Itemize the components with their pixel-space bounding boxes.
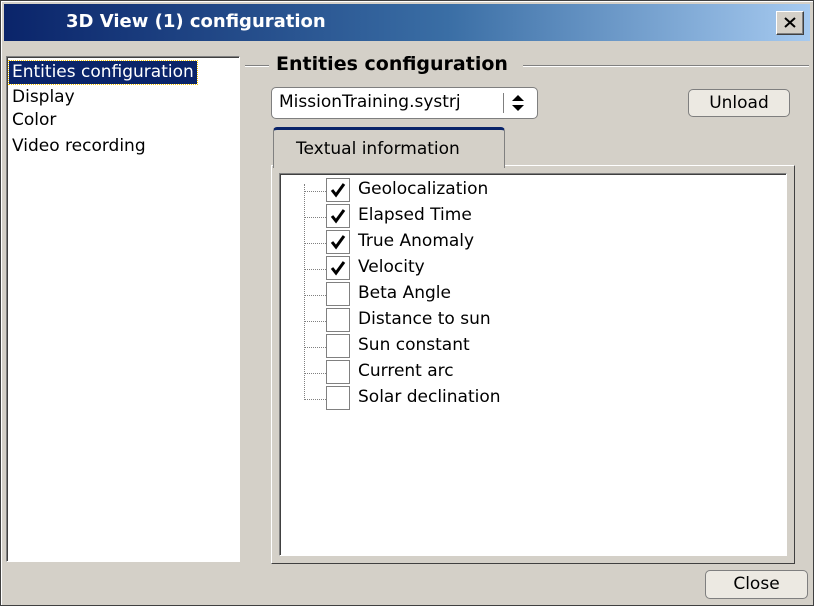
config-dialog: 3D View (1) configuration Entities confi… [0, 0, 814, 606]
tab-panel: Geolocalization Elapsed Time True Anomal… [271, 165, 795, 564]
file-select[interactable]: MissionTraining.systrj [271, 87, 538, 119]
tree-item-label: Geolocalization [358, 179, 489, 199]
group-border-right [523, 65, 809, 67]
category-list[interactable]: Entities configuration Display Color Vid… [6, 56, 240, 562]
tree-branch [304, 321, 326, 322]
tree-branch [304, 399, 326, 400]
tree-branch [304, 373, 326, 374]
file-select-value: MissionTraining.systrj [279, 92, 461, 112]
group-border-left [245, 65, 269, 67]
tree-item-label: Beta Angle [358, 283, 451, 303]
tree-item-label: Elapsed Time [358, 205, 472, 225]
nav-item-entities-configuration[interactable]: Entities configuration [8, 60, 198, 85]
checkmark-icon [330, 261, 346, 276]
window-title: 3D View (1) configuration [66, 11, 326, 32]
unload-button[interactable]: Unload [688, 89, 790, 117]
checkbox-true-anomaly[interactable] [326, 230, 350, 254]
close-button[interactable]: Close [705, 570, 808, 599]
tree-branch [304, 347, 326, 348]
checkbox-current-arc[interactable] [326, 360, 350, 384]
checkbox-distance-to-sun[interactable] [326, 308, 350, 332]
tree-item-label: Sun constant [358, 335, 470, 355]
checkbox-sun-constant[interactable] [326, 334, 350, 358]
tree-item-label: Current arc [358, 361, 454, 381]
nav-item-video-recording[interactable]: Video recording [9, 135, 149, 158]
tree-item-label: Solar declination [358, 387, 501, 407]
tree-branch [304, 191, 326, 192]
tree-item-label: True Anomaly [358, 231, 475, 251]
up-down-arrow-icon [512, 95, 524, 111]
tree-item-label: Velocity [358, 257, 425, 277]
checkmark-icon [330, 183, 346, 198]
checkbox-elapsed-time[interactable] [326, 204, 350, 228]
file-select-separator [503, 93, 504, 113]
tree-branch [304, 269, 326, 270]
entity-info-tree[interactable]: Geolocalization Elapsed Time True Anomal… [279, 173, 787, 556]
checkbox-solar-declination[interactable] [326, 386, 350, 410]
nav-item-color[interactable]: Color [9, 109, 59, 132]
checkbox-beta-angle[interactable] [326, 282, 350, 306]
checkmark-icon [330, 209, 346, 224]
title-bar[interactable]: 3D View (1) configuration [4, 4, 810, 41]
tab-label: Textual information [296, 139, 460, 159]
tab-textual-information[interactable]: Textual information [273, 127, 505, 168]
checkbox-geolocalization[interactable] [326, 178, 350, 202]
tree-branch [304, 217, 326, 218]
window-close-button[interactable] [776, 11, 804, 35]
tree-branch [304, 243, 326, 244]
tree-branch [304, 295, 326, 296]
tree-item-label: Distance to sun [358, 309, 491, 329]
nav-item-display[interactable]: Display [9, 86, 78, 109]
close-icon [784, 17, 796, 28]
group-title: Entities configuration [276, 53, 508, 75]
checkbox-velocity[interactable] [326, 256, 350, 280]
checkmark-icon [330, 235, 346, 250]
